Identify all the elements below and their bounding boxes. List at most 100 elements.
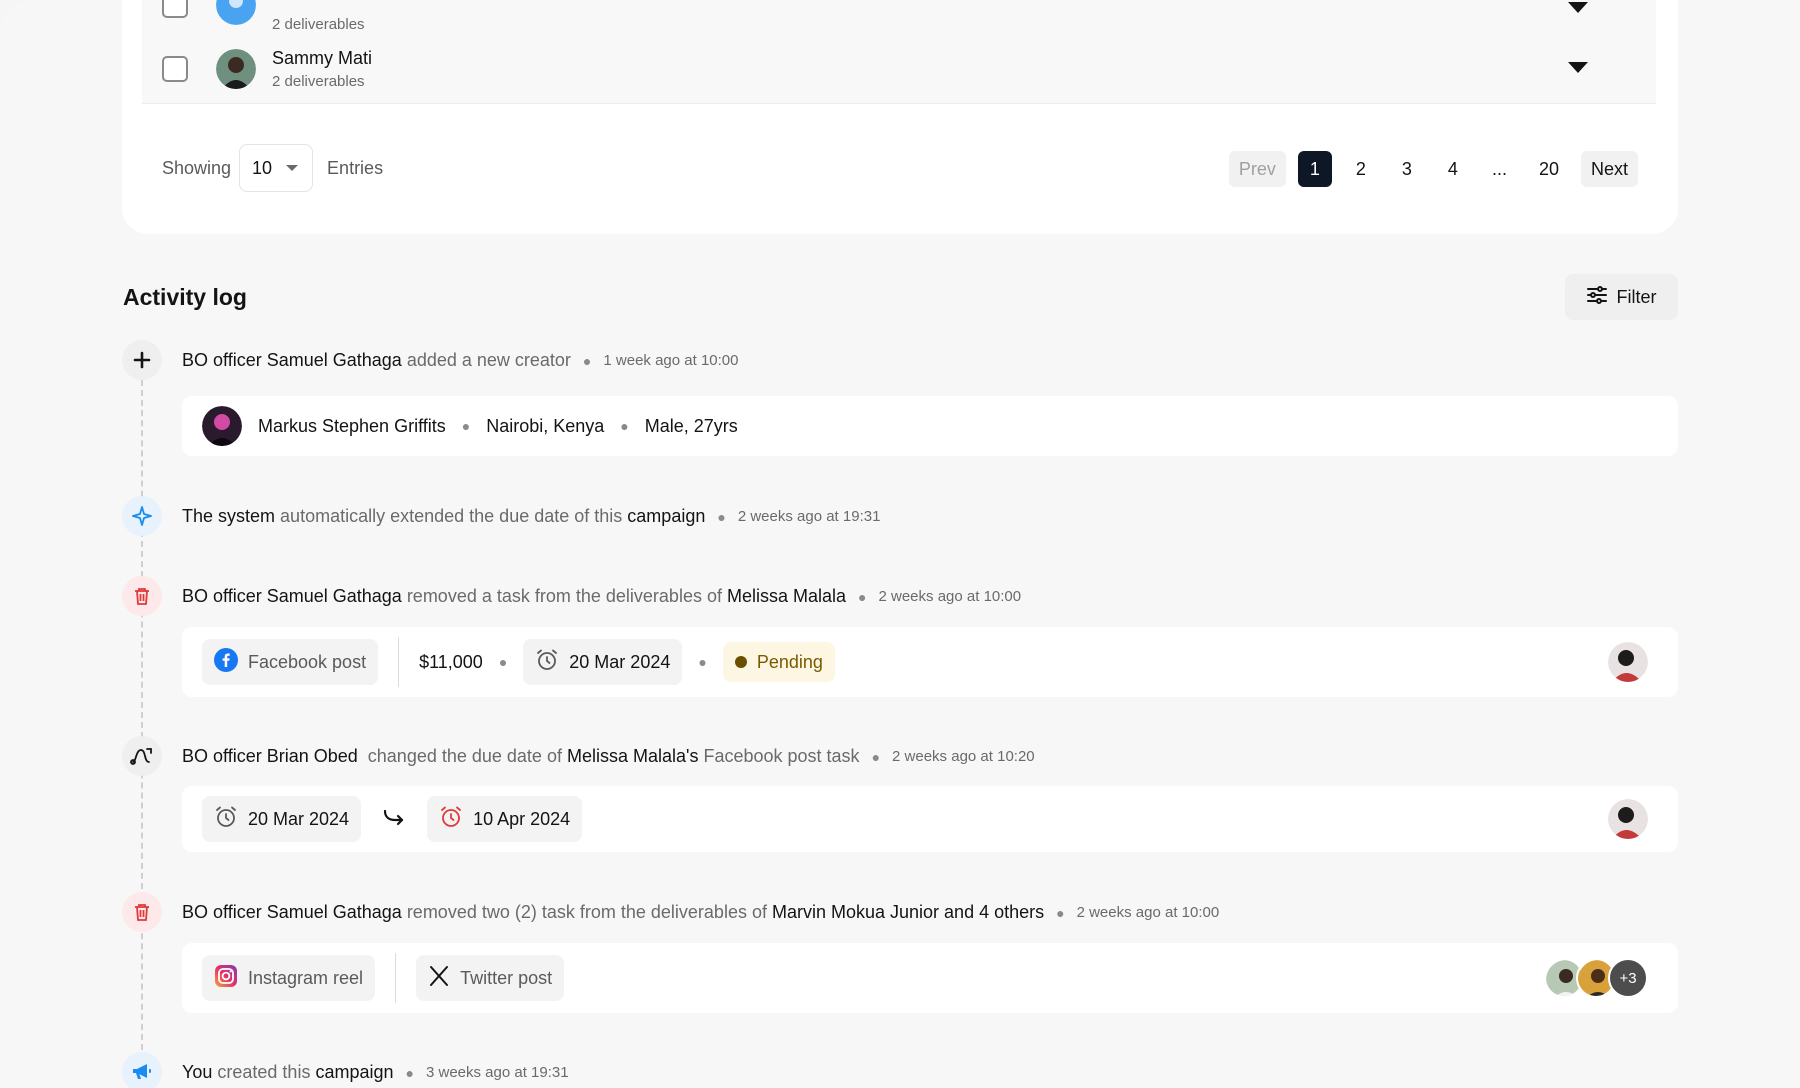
status-badge: Pending (722, 642, 835, 682)
event-object: campaign (627, 506, 706, 526)
event-action: created this (217, 1062, 311, 1082)
status-dot (734, 656, 747, 668)
page-button-4[interactable]: 4 (1436, 151, 1470, 187)
event-action: removed a task from the deliverables of (406, 586, 722, 606)
event-actor: You (182, 1062, 213, 1082)
activity-event: BO officer Brian Obed changed the due da… (182, 746, 1035, 767)
page-button-1[interactable]: 1 (1297, 151, 1332, 187)
task-platform: Twitter post (460, 967, 553, 988)
event-time: 3 weeks ago at 19:31 (425, 1064, 569, 1081)
page-size-select[interactable]: 10 (239, 144, 314, 192)
task-chip: Instagram reel (202, 955, 376, 1001)
row-checkbox[interactable] (162, 0, 188, 18)
separator-dot: ● (461, 418, 471, 434)
separator-dot: ● (871, 748, 881, 765)
page-ellipsis: ... (1491, 158, 1507, 179)
avatar-stack[interactable]: +3 (1544, 958, 1648, 998)
event-time: 2 weeks ago at 10:20 (892, 748, 1035, 765)
event-object: Marvin Mokua Junior and 4 others (771, 902, 1045, 922)
page-button-2[interactable]: 2 (1344, 151, 1378, 187)
page-button-20[interactable]: 20 (1529, 151, 1569, 187)
instagram-icon (214, 964, 238, 993)
chevron-down-icon[interactable] (1568, 62, 1588, 73)
activity-event: BO officer Samuel Gathaga added a new cr… (182, 350, 739, 371)
task-platform: Instagram reel (248, 967, 364, 988)
alarm-clock-icon (535, 648, 559, 677)
event-action: automatically extended the due date of t… (280, 506, 623, 526)
row-checkbox[interactable] (162, 55, 188, 82)
x-twitter-icon (428, 965, 450, 992)
event-object: Melissa Malala's (566, 746, 699, 766)
avatar (202, 406, 242, 446)
page-size-value: 10 (252, 157, 273, 178)
page: 2 deliverables Sammy Mati 2 deliverables… (0, 0, 1800, 1088)
prev-button[interactable]: Prev (1228, 151, 1286, 187)
task-chip: Twitter post (416, 955, 565, 1001)
avatar (216, 48, 256, 89)
table-row[interactable]: Sammy Mati 2 deliverables (142, 34, 1656, 104)
creator-panel: Markus Stephen Griffits ● Nairobi, Kenya… (182, 396, 1678, 456)
old-date-chip: 20 Mar 2024 (202, 796, 362, 842)
activity-event: BO officer Samuel Gathaga removed a task… (182, 586, 1021, 607)
separator-dot: ● (698, 654, 707, 670)
creator-info: Male, 27yrs (644, 415, 738, 436)
pagination: Prev 1 2 3 4 ... 20 Next (1228, 151, 1638, 187)
separator-dot: ● (498, 654, 508, 670)
avatar (1608, 799, 1648, 839)
creator-name: Sammy Mati (272, 47, 373, 68)
date-change-panel: 20 Mar 2024 10 Apr 2024 (182, 786, 1678, 852)
avatar (216, 0, 256, 25)
divider (398, 637, 400, 687)
separator-dot: ● (717, 508, 726, 525)
more-avatars-badge[interactable]: +3 (1608, 958, 1648, 998)
event-actor: BO officer Brian Obed (182, 746, 358, 766)
separator-dot: ● (1056, 904, 1065, 921)
deliverables-count: 2 deliverables (272, 16, 365, 33)
event-object: Melissa Malala (726, 586, 847, 606)
page-button-3[interactable]: 3 (1390, 151, 1424, 187)
separator-dot: ● (405, 1064, 414, 1081)
due-date-chip: 20 Mar 2024 (523, 639, 683, 685)
old-date: 20 Mar 2024 (248, 808, 350, 829)
creator-location: Nairobi, Kenya (486, 415, 605, 436)
event-actor: BO officer Samuel Gathaga (182, 350, 402, 370)
trash-icon (122, 892, 162, 932)
task-platform: Facebook post (248, 651, 367, 672)
due-date: 20 Mar 2024 (569, 651, 671, 672)
facebook-icon (214, 647, 238, 677)
filter-icon (1586, 285, 1607, 309)
divider (395, 953, 397, 1003)
event-time: 2 weeks ago at 10:00 (878, 588, 1022, 605)
event-action: added a new creator (406, 350, 571, 370)
timeline-line (141, 380, 143, 1060)
next-button[interactable]: Next (1580, 151, 1638, 187)
separator-dot: ● (620, 418, 629, 434)
activity-log-title: Activity log (123, 284, 247, 310)
new-date-chip: 10 Apr 2024 (427, 796, 583, 842)
separator-dot: ● (582, 352, 592, 369)
trash-icon (122, 576, 162, 616)
task-panel: Facebook post $11,000 ● 20 Mar 2024 ● Pe… (182, 627, 1678, 697)
event-action: removed two (2) task from the deliverabl… (406, 902, 767, 922)
task-amount: $11,000 (419, 651, 483, 672)
event-actor: BO officer Samuel Gathaga (182, 902, 402, 922)
tasks-panel: Instagram reel Twitter post +3 (182, 943, 1678, 1013)
task-chip: Facebook post (202, 639, 379, 685)
alarm-clock-icon (214, 805, 238, 834)
new-date: 10 Apr 2024 (473, 808, 571, 829)
status-label: Pending (756, 651, 823, 672)
route-icon (122, 736, 162, 776)
event-time: 2 weeks ago at 19:31 (737, 508, 881, 525)
plus-icon (122, 340, 162, 380)
filter-button[interactable]: Filter (1565, 274, 1678, 320)
entries-label: Entries (327, 157, 384, 178)
megaphone-icon (122, 1052, 162, 1088)
activity-event: The system automatically extended the du… (182, 506, 880, 527)
event-time: 1 week ago at 10:00 (603, 352, 739, 369)
filter-label: Filter (1616, 286, 1657, 307)
activity-event: BO officer Samuel Gathaga removed two (2… (182, 902, 1219, 923)
deliverables-card: 2 deliverables Sammy Mati 2 deliverables… (122, 0, 1678, 234)
activity-event: You created this campaign ● 3 weeks ago … (182, 1062, 569, 1083)
chevron-down-icon[interactable] (1568, 2, 1588, 13)
creator-name: Markus Stephen Griffits (258, 415, 446, 436)
